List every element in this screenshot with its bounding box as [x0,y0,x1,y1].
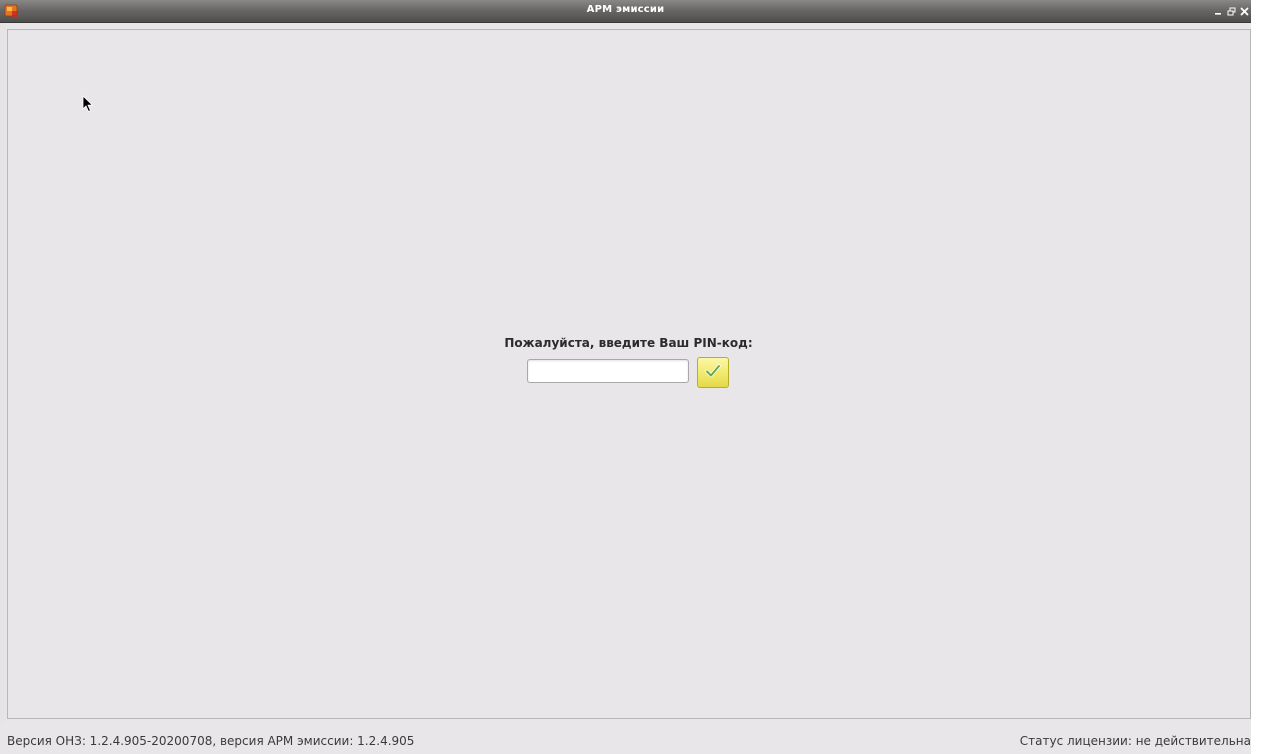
close-icon[interactable] [1239,5,1249,17]
window-controls [1213,4,1249,18]
pin-prompt-label: Пожалуйста, введите Ваш PIN-код: [504,336,753,350]
restore-icon[interactable] [1226,5,1236,17]
left-gutter [0,23,6,723]
minimize-icon[interactable] [1213,5,1223,17]
checkmark-icon [705,364,721,381]
pin-submit-button[interactable] [697,357,729,388]
license-status: Статус лицензии: не действительна [1019,734,1251,748]
mouse-cursor-icon [82,95,94,113]
application-window: АРМ эмиссии Пожалуйста, введите Ваш PIN-… [0,0,1251,754]
window-title: АРМ эмиссии [586,4,665,15]
version-info: Версия ОНЗ: 1.2.4.905-20200708, версия А… [7,734,415,748]
status-bar: Версия ОНЗ: 1.2.4.905-20200708, версия А… [0,728,1251,754]
pin-input[interactable] [527,359,689,383]
title-bar[interactable]: АРМ эмиссии [0,0,1251,23]
